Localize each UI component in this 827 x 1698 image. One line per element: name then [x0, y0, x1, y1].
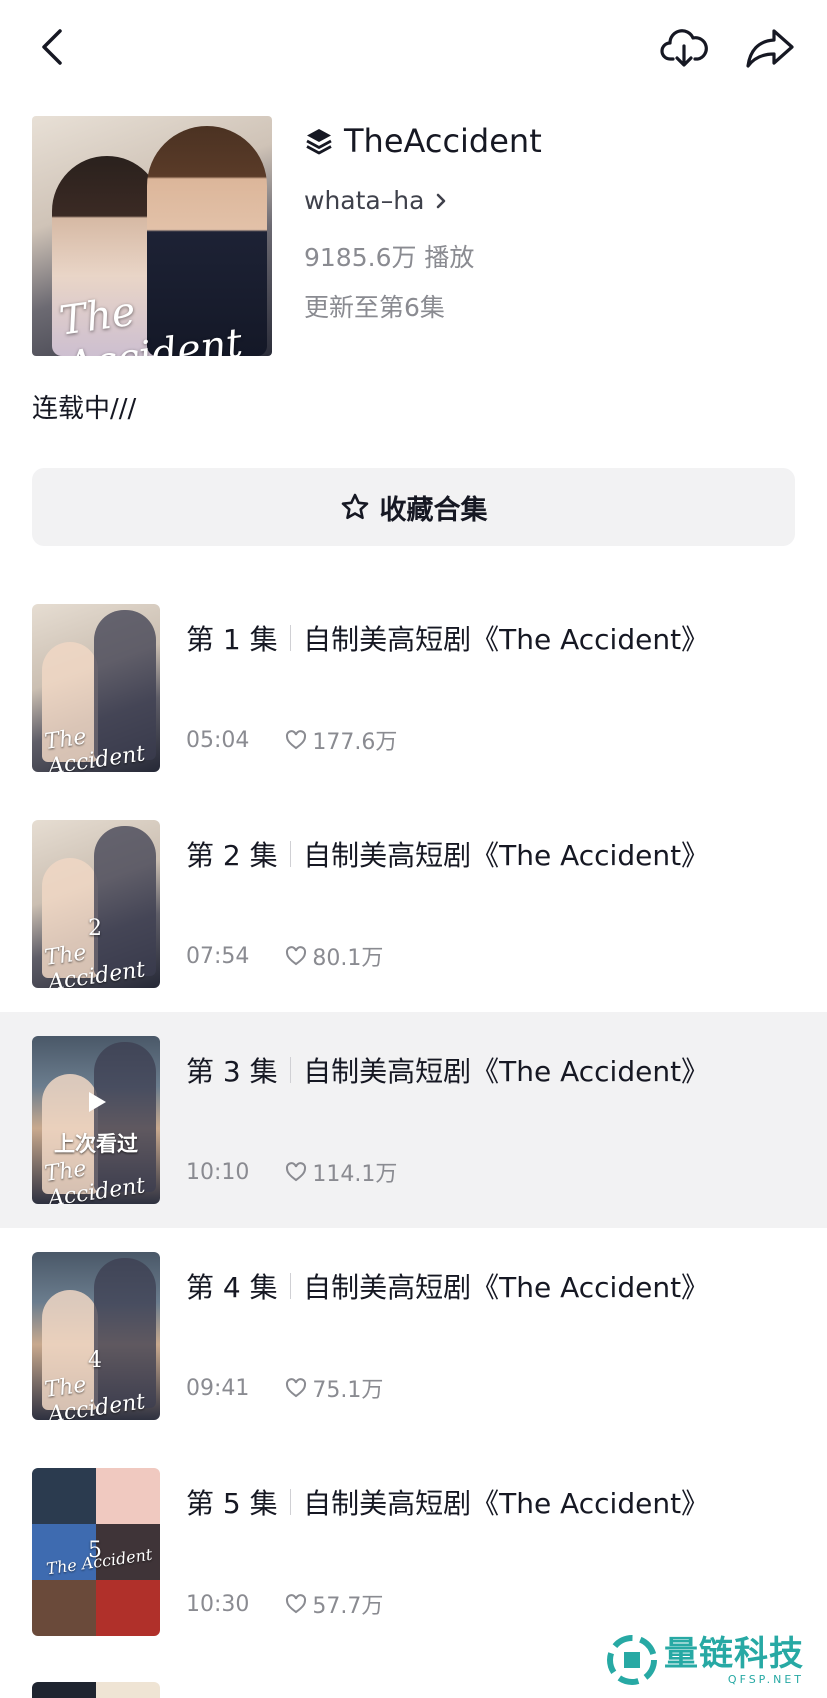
episode-title-row: 第 1 集 自制美高短剧《The Accident》	[186, 618, 709, 658]
title-divider	[289, 1489, 292, 1515]
episode-title-row: 第 5 集 自制美高短剧《The Accident》	[186, 1482, 709, 1522]
author-name: whata–ha	[304, 186, 425, 215]
update-status: 更新至第6集	[304, 293, 445, 322]
heart-icon	[286, 1378, 307, 1398]
heart-icon	[286, 946, 307, 966]
episode-thumbnail: The Accident	[32, 604, 160, 772]
episode-title: 自制美高短剧《The Accident》	[303, 623, 710, 656]
episode-title: 自制美高短剧《The Accident》	[303, 1271, 710, 1304]
chevron-left-icon	[42, 29, 62, 65]
episode-number: 第 3 集	[186, 1055, 278, 1088]
play-icon	[89, 1092, 106, 1112]
top-bar	[0, 0, 827, 96]
episode-duration: 05:04	[186, 727, 250, 753]
episode-likes: 114.1万	[312, 1162, 398, 1187]
episode-thumbnail-partial[interactable]	[32, 1682, 160, 1698]
collection-cover[interactable]: The Accident	[32, 116, 272, 356]
episode-meta: 07:54 80.1万	[186, 940, 383, 972]
share-button[interactable]	[742, 22, 798, 74]
collection-title-row: TheAccident	[304, 116, 542, 166]
episode-likes: 57.7万	[312, 1594, 384, 1619]
play-count: 9185.6万 播放	[304, 243, 475, 272]
episode-item-2[interactable]: 2 The Accident 第 2 集 自制美高短剧《The Accident…	[0, 796, 827, 1012]
episode-meta: 09:41 75.1万	[186, 1372, 383, 1404]
watermark-logo-icon	[607, 1635, 657, 1685]
back-button[interactable]	[28, 22, 78, 72]
episode-item-5[interactable]: 5 The Accident 第 5 集 自制美高短剧《The Accident…	[0, 1444, 827, 1660]
share-arrow-icon	[746, 29, 794, 68]
cloud-download-icon	[660, 29, 708, 67]
episode-thumbnail: 上次看过 The Accident	[32, 1036, 160, 1204]
star-icon	[341, 493, 368, 520]
episode-meta: 10:30 57.7万	[186, 1588, 383, 1620]
title-divider	[289, 625, 292, 651]
episode-thumbnail: 2 The Accident	[32, 820, 160, 988]
episode-meta: 05:04 177.6万	[186, 724, 397, 756]
title-divider	[289, 1273, 292, 1299]
collection-header: The Accident TheAccident whata–ha 9185.6…	[32, 116, 802, 356]
episode-number: 第 1 集	[186, 623, 278, 656]
title-divider	[289, 1057, 292, 1083]
favorite-button-label: 收藏合集	[379, 494, 488, 526]
episode-title-row: 第 4 集 自制美高短剧《The Accident》	[186, 1266, 709, 1306]
heart-icon	[286, 730, 307, 750]
title-divider	[289, 841, 292, 867]
author-link[interactable]: whata–ha	[304, 186, 448, 215]
episode-duration: 09:41	[186, 1375, 250, 1401]
episode-likes: 80.1万	[312, 946, 384, 971]
episode-number: 第 4 集	[186, 1271, 278, 1304]
episode-likes: 75.1万	[312, 1378, 384, 1403]
watermark-en: QFSP.NET	[727, 1672, 804, 1686]
episode-likes: 177.6万	[312, 730, 398, 755]
episode-title-row: 第 2 集 自制美高短剧《The Accident》	[186, 834, 709, 874]
episode-number: 第 5 集	[186, 1487, 278, 1520]
heart-icon	[286, 1162, 307, 1182]
episode-title: 自制美高短剧《The Accident》	[303, 1055, 710, 1088]
episode-duration: 10:30	[186, 1591, 250, 1617]
favorite-collection-button[interactable]: 收藏合集	[32, 468, 795, 546]
layers-icon	[306, 129, 332, 155]
watermark-cn: 量链科技	[664, 1633, 804, 1674]
chevron-right-icon	[437, 193, 446, 208]
episode-duration: 10:10	[186, 1159, 250, 1185]
episode-thumbnail: 5 The Accident	[32, 1468, 160, 1636]
episode-item-3[interactable]: 上次看过 The Accident 第 3 集 自制美高短剧《The Accid…	[0, 1012, 827, 1228]
heart-icon	[286, 1594, 307, 1614]
collection-title: TheAccident	[344, 122, 542, 160]
episode-meta: 10:10 114.1万	[186, 1156, 397, 1188]
download-button[interactable]	[658, 22, 710, 74]
collection-description: 连载中///	[32, 394, 137, 424]
episode-thumbnail: 4 The Accident	[32, 1252, 160, 1420]
episode-number: 第 2 集	[186, 839, 278, 872]
episode-title: 自制美高短剧《The Accident》	[303, 1487, 710, 1520]
episode-item-4[interactable]: 4 The Accident 第 4 集 自制美高短剧《The Accident…	[0, 1228, 827, 1444]
episode-title-row: 第 3 集 自制美高短剧《The Accident》	[186, 1050, 709, 1090]
episode-title: 自制美高短剧《The Accident》	[303, 839, 710, 872]
watermark: 量链科技 QFSP.NET	[606, 1634, 804, 1686]
episode-duration: 07:54	[186, 943, 250, 969]
episode-item-1[interactable]: The Accident 第 1 集 自制美高短剧《The Accident》 …	[0, 580, 827, 796]
